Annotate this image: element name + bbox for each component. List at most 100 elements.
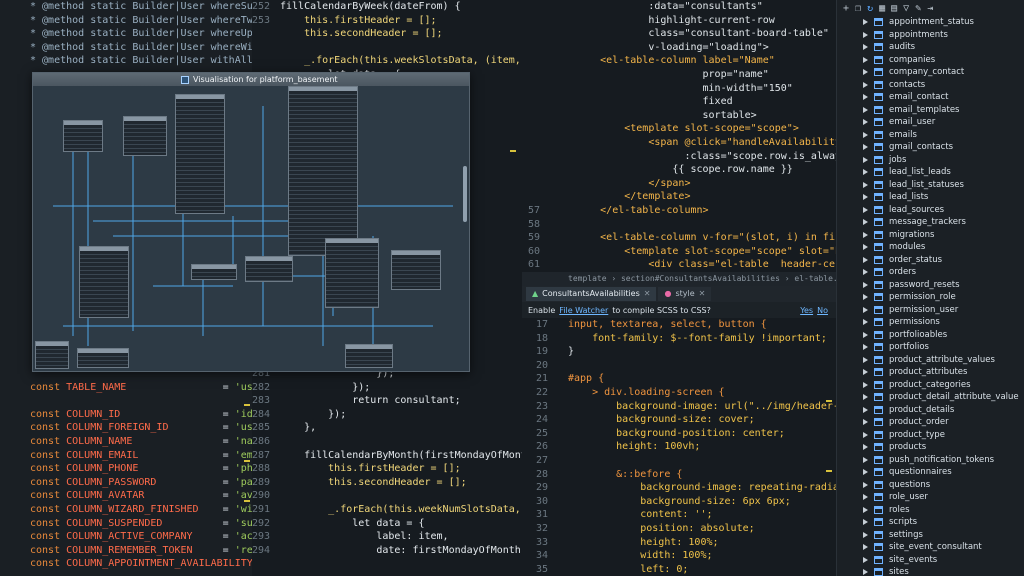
refresh-icon[interactable]: ↻ bbox=[867, 3, 873, 14]
table-item[interactable]: companies bbox=[863, 54, 1024, 67]
table-item[interactable]: product_details bbox=[863, 404, 1024, 417]
expand-icon[interactable] bbox=[863, 94, 868, 101]
filter-icon[interactable]: ▽ bbox=[903, 3, 909, 14]
entity-box[interactable] bbox=[245, 256, 293, 282]
table-item[interactable]: questionnaires bbox=[863, 466, 1024, 479]
entity-box[interactable] bbox=[191, 264, 237, 280]
grid-icon[interactable]: ▤ bbox=[891, 3, 897, 14]
table-item[interactable]: password_resets bbox=[863, 279, 1024, 292]
close-icon[interactable]: ✕ bbox=[699, 287, 706, 301]
entity-box[interactable] bbox=[77, 348, 129, 368]
table-item[interactable]: products bbox=[863, 441, 1024, 454]
expand-icon[interactable] bbox=[863, 431, 868, 438]
expand-icon[interactable] bbox=[863, 506, 868, 513]
breadcrumb[interactable]: template › section#ConsultantsAvailabili… bbox=[522, 272, 836, 286]
expand-icon[interactable] bbox=[863, 244, 868, 251]
expand-icon[interactable] bbox=[863, 56, 868, 63]
expand-icon[interactable] bbox=[863, 481, 868, 488]
expand-icon[interactable] bbox=[863, 219, 868, 226]
table-item[interactable]: orders bbox=[863, 266, 1024, 279]
expand-icon[interactable] bbox=[863, 106, 868, 113]
expand-icon[interactable] bbox=[863, 469, 868, 476]
expand-icon[interactable] bbox=[863, 231, 868, 238]
entity-box[interactable] bbox=[391, 250, 441, 290]
table-item[interactable]: permission_user bbox=[863, 304, 1024, 317]
tab-consultants-availabilities[interactable]: ▲ ConsultantsAvailabilities ✕ bbox=[526, 287, 657, 301]
entity-box[interactable] bbox=[63, 120, 103, 152]
expand-icon[interactable] bbox=[863, 344, 868, 351]
table-icon[interactable]: ▦ bbox=[879, 3, 885, 14]
expand-icon[interactable] bbox=[863, 119, 868, 126]
expand-icon[interactable] bbox=[863, 194, 868, 201]
table-item[interactable]: site_event_consultant bbox=[863, 541, 1024, 554]
table-item[interactable]: portfolios bbox=[863, 341, 1024, 354]
table-item[interactable]: modules bbox=[863, 241, 1024, 254]
expand-icon[interactable] bbox=[863, 31, 868, 38]
table-item[interactable]: email_user bbox=[863, 116, 1024, 129]
expand-icon[interactable] bbox=[863, 544, 868, 551]
table-item[interactable]: order_status bbox=[863, 254, 1024, 267]
vue-editor-pane[interactable]: 57 58 59 60 61 :data="consultants" highlight… bbox=[522, 0, 836, 272]
expand-icon[interactable] bbox=[863, 19, 868, 26]
export-icon[interactable]: ⇥ bbox=[927, 3, 933, 14]
table-item[interactable]: role_user bbox=[863, 491, 1024, 504]
table-item[interactable]: audits bbox=[863, 41, 1024, 54]
table-item[interactable]: jobs bbox=[863, 154, 1024, 167]
table-item[interactable]: settings bbox=[863, 529, 1024, 542]
table-item[interactable]: product_categories bbox=[863, 379, 1024, 392]
table-item[interactable]: questions bbox=[863, 479, 1024, 492]
expand-icon[interactable] bbox=[863, 206, 868, 213]
table-item[interactable]: portfolioables bbox=[863, 329, 1024, 342]
scss-editor-pane[interactable]: 17 18 19 20 21 22 23 24 25 26 27 28 29 30 31 32 33 34 35 i… bbox=[522, 318, 836, 576]
table-item[interactable]: site_events bbox=[863, 554, 1024, 567]
diagram-title-bar[interactable]: Visualisation for platform_basement bbox=[33, 73, 469, 86]
entity-box[interactable] bbox=[35, 341, 69, 369]
expand-icon[interactable] bbox=[863, 456, 868, 463]
table-item[interactable]: permission_role bbox=[863, 291, 1024, 304]
diagram-canvas[interactable] bbox=[33, 86, 469, 371]
table-item[interactable]: roles bbox=[863, 504, 1024, 517]
edit-icon[interactable]: ✎ bbox=[915, 3, 921, 14]
expand-icon[interactable] bbox=[863, 406, 868, 413]
expand-icon[interactable] bbox=[863, 394, 868, 401]
table-item[interactable]: product_detail_attribute_value bbox=[863, 391, 1024, 404]
no-link[interactable]: No bbox=[817, 306, 828, 315]
expand-icon[interactable] bbox=[863, 294, 868, 301]
expand-icon[interactable] bbox=[863, 131, 868, 138]
table-item[interactable]: permissions bbox=[863, 316, 1024, 329]
table-item[interactable]: sites bbox=[863, 566, 1024, 576]
entity-box[interactable] bbox=[79, 246, 129, 318]
table-item[interactable]: lead_list_leads bbox=[863, 166, 1024, 179]
table-item[interactable]: product_order bbox=[863, 416, 1024, 429]
table-item[interactable]: scripts bbox=[863, 516, 1024, 529]
expand-icon[interactable] bbox=[863, 569, 868, 576]
table-item[interactable]: product_attribute_values bbox=[863, 354, 1024, 367]
expand-icon[interactable] bbox=[863, 444, 868, 451]
table-item[interactable]: email_templates bbox=[863, 104, 1024, 117]
expand-icon[interactable] bbox=[863, 81, 868, 88]
expand-icon[interactable] bbox=[863, 319, 868, 326]
diagram-window[interactable]: Visualisation for platform_basement bbox=[32, 72, 470, 372]
expand-icon[interactable] bbox=[863, 144, 868, 151]
table-item[interactable]: push_notification_tokens bbox=[863, 454, 1024, 467]
expand-icon[interactable] bbox=[863, 269, 868, 276]
entity-box[interactable] bbox=[325, 238, 379, 308]
table-item[interactable]: product_type bbox=[863, 429, 1024, 442]
table-item[interactable]: appointments bbox=[863, 29, 1024, 42]
diagram-scrollbar[interactable] bbox=[463, 166, 467, 222]
yes-link[interactable]: Yes bbox=[800, 306, 813, 315]
table-item[interactable]: emails bbox=[863, 129, 1024, 142]
entity-box[interactable] bbox=[345, 344, 393, 368]
table-item[interactable]: lead_lists bbox=[863, 191, 1024, 204]
expand-icon[interactable] bbox=[863, 169, 868, 176]
table-item[interactable]: lead_sources bbox=[863, 204, 1024, 217]
table-item[interactable]: message_trackers bbox=[863, 216, 1024, 229]
expand-icon[interactable] bbox=[863, 519, 868, 526]
expand-icon[interactable] bbox=[863, 419, 868, 426]
table-item[interactable]: contacts bbox=[863, 79, 1024, 92]
expand-icon[interactable] bbox=[863, 256, 868, 263]
expand-icon[interactable] bbox=[863, 306, 868, 313]
expand-icon[interactable] bbox=[863, 69, 868, 76]
expand-icon[interactable] bbox=[863, 281, 868, 288]
expand-icon[interactable] bbox=[863, 181, 868, 188]
